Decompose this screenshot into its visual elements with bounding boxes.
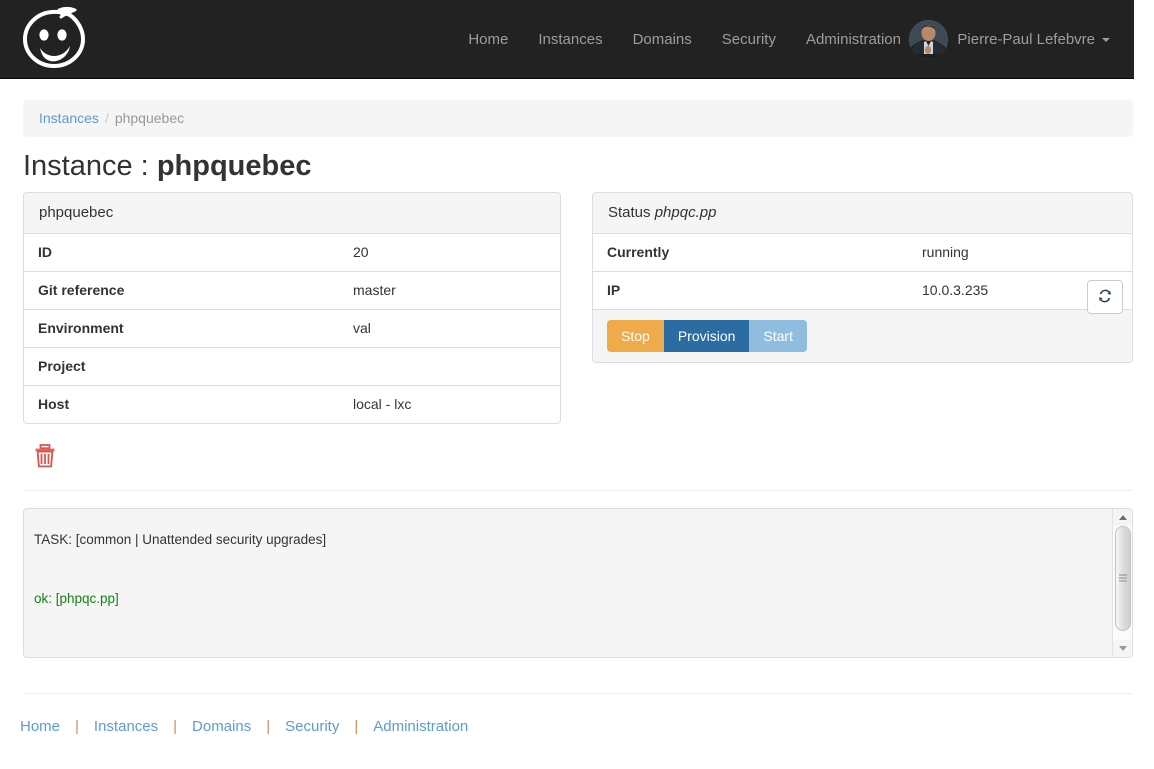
page-title-name: phpquebec — [156, 150, 312, 182]
footer-divider — [23, 693, 1133, 694]
row-key: Project — [24, 347, 339, 386]
scrollbar-grip-icon — [1119, 574, 1127, 583]
status-panel: Status phpqc.pp Currently running IP 10.… — [592, 192, 1133, 363]
status-panel-footer: Stop Provision Start — [593, 309, 1132, 362]
scrollbar-track[interactable] — [1113, 526, 1132, 640]
nav-link-domains[interactable]: Domains — [618, 0, 707, 79]
row-key: Currently — [607, 244, 670, 260]
log-line: ok: [phpqc.pp] — [34, 590, 119, 606]
ansible-log-console[interactable]: TASK: [common | Unattended security upgr… — [23, 508, 1133, 658]
page-title: Instance : phpquebec — [23, 148, 311, 184]
instance-panel: phpquebec ID 20 Git reference master Env… — [23, 192, 561, 424]
footer-link-administration[interactable]: Administration — [373, 718, 468, 735]
row-value: val — [339, 309, 560, 348]
table-row: Project — [24, 347, 560, 386]
log-line: TASK: [common | Unattended security upgr… — [34, 531, 327, 547]
breadcrumb-separator: / — [104, 110, 109, 126]
footer-link-instances[interactable]: Instances — [94, 718, 158, 735]
primary-nav: Home Instances Domains Security Administ… — [453, 0, 916, 79]
row-key: IP — [593, 271, 908, 309]
row-key: Host — [24, 385, 339, 423]
nav-link-administration[interactable]: Administration — [791, 0, 916, 79]
log-line-blank — [34, 648, 1102, 657]
console-scrollbar[interactable] — [1112, 509, 1132, 657]
user-menu-label: Pierre-Paul Lefebvre — [957, 31, 1095, 48]
ip-address-value: 10.0.3.235 — [922, 282, 989, 298]
status-details-table: Currently running IP 10.0.3.235 — [593, 234, 1132, 314]
instance-details-table: ID 20 Git reference master Environment v… — [24, 234, 560, 423]
table-row: Host local - lxc — [24, 385, 560, 423]
brand-logo-link[interactable] — [18, 2, 90, 76]
table-row: Currently running — [593, 234, 1132, 272]
refresh-button[interactable] — [1087, 280, 1123, 314]
footer-separator: | — [266, 718, 271, 735]
footer-separator: | — [75, 718, 79, 735]
row-value: 20 — [353, 244, 369, 260]
smiley-face-logo-icon — [18, 2, 90, 76]
row-key: Environment — [24, 309, 339, 348]
scrollbar-thumb[interactable] — [1115, 526, 1131, 631]
delete-instance-button[interactable] — [33, 443, 57, 469]
footer-link-domains[interactable]: Domains — [192, 718, 251, 735]
page-title-prefix: Instance : — [23, 150, 157, 182]
breadcrumb-current: phpquebec — [114, 110, 185, 126]
instance-panel-heading: phpquebec — [24, 193, 560, 234]
nav-link-instances[interactable]: Instances — [523, 0, 617, 79]
trash-icon — [33, 444, 57, 472]
content-divider — [23, 490, 1133, 491]
footer-link-security[interactable]: Security — [285, 718, 339, 735]
footer-link-home[interactable]: Home — [20, 718, 60, 735]
row-key: ID — [38, 244, 52, 260]
scroll-up-arrow-icon[interactable] — [1113, 509, 1132, 526]
footer-nav: Home | Instances | Domains | Security | … — [20, 718, 468, 735]
refresh-icon — [1097, 288, 1113, 307]
breadcrumb-link-instances[interactable]: Instances — [39, 110, 99, 126]
log-output: TASK: [common | Unattended security upgr… — [24, 509, 1112, 657]
caret-down-icon — [1102, 37, 1110, 42]
scroll-down-arrow-icon[interactable] — [1113, 640, 1132, 657]
status-heading-hostname: phpqc.pp — [654, 204, 717, 221]
user-menu[interactable]: Pierre-Paul Lefebvre — [899, 0, 1120, 79]
footer-separator: | — [173, 718, 178, 735]
table-row: Git reference master — [24, 271, 560, 310]
row-value: master — [339, 271, 560, 310]
breadcrumb: Instances / phpquebec — [23, 100, 1133, 137]
start-button[interactable]: Start — [749, 320, 807, 352]
row-value: local - lxc — [339, 385, 560, 423]
table-row: IP 10.0.3.235 — [593, 271, 1132, 314]
nav-link-security[interactable]: Security — [707, 0, 791, 79]
provision-button[interactable]: Provision — [663, 320, 750, 352]
avatar — [909, 20, 949, 59]
row-value — [339, 347, 560, 386]
row-key: Git reference — [24, 271, 339, 310]
status-panel-heading: Status phpqc.pp — [593, 193, 1132, 234]
footer-separator: | — [354, 718, 359, 735]
row-value: 10.0.3.235 — [908, 271, 1132, 314]
table-row: ID 20 — [24, 234, 560, 272]
nav-link-home[interactable]: Home — [453, 0, 523, 79]
table-row: Environment val — [24, 309, 560, 348]
stop-button[interactable]: Stop — [607, 320, 664, 352]
status-heading-prefix: Status — [608, 204, 655, 221]
top-navbar: Home Instances Domains Security Administ… — [0, 0, 1134, 79]
row-value: running — [922, 244, 969, 260]
instance-action-button-group: Stop Provision Start — [607, 320, 807, 352]
